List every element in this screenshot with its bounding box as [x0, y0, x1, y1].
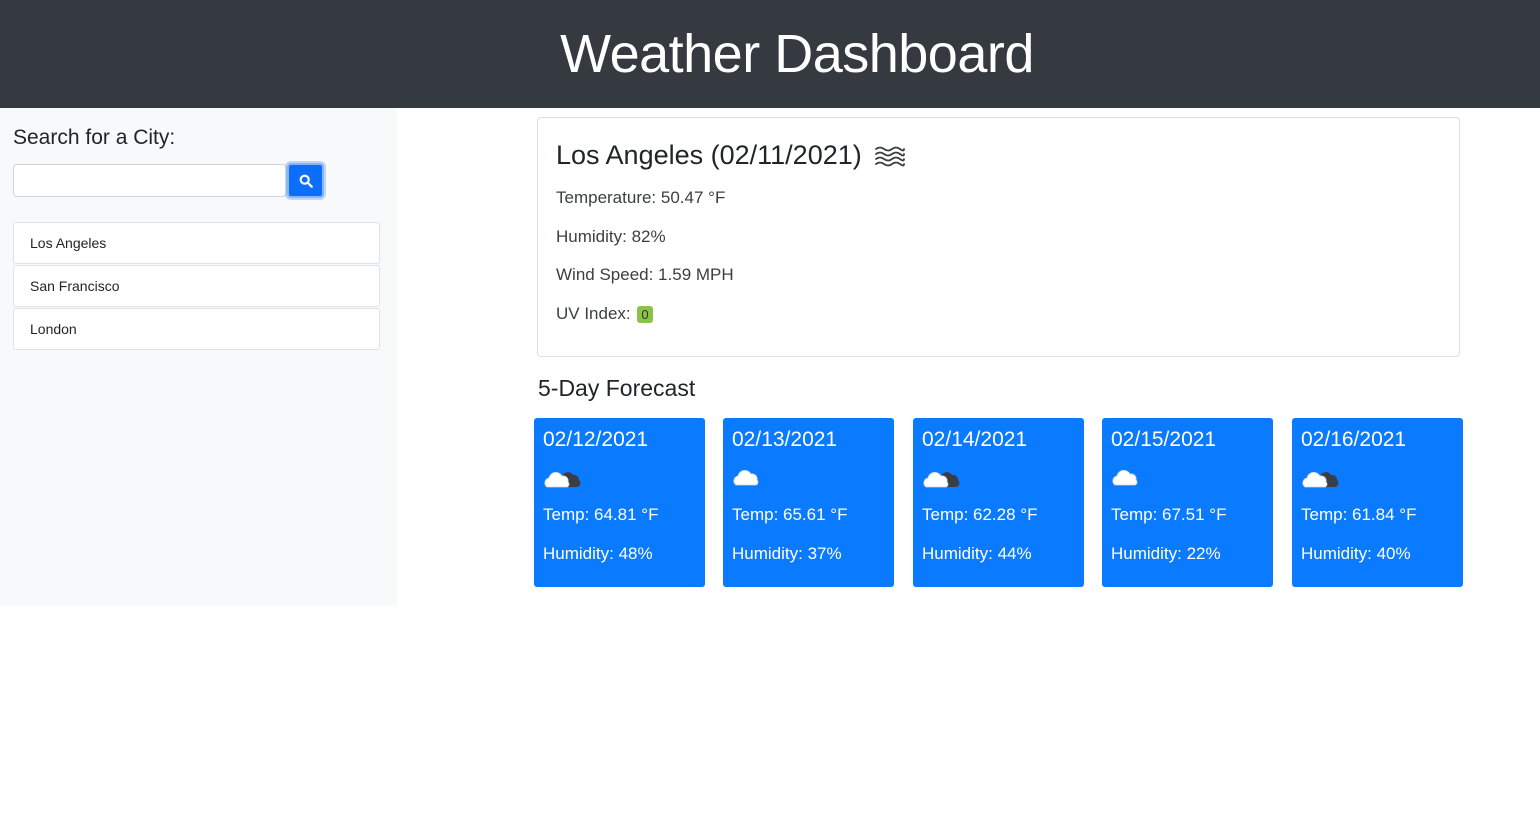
forecast-humidity: Humidity: 48% — [543, 544, 653, 563]
page-title: Weather Dashboard — [560, 24, 1034, 84]
uv-index-label: UV Index: — [556, 304, 631, 323]
cloud-icon — [1112, 470, 1138, 486]
current-wind-speed: Wind Speed: 1.59 MPH — [556, 265, 734, 284]
forecast-temp: Temp: 61.84 °F — [1301, 505, 1417, 524]
forecast-date: 02/16/2021 — [1301, 428, 1407, 451]
history-item-san-francisco[interactable]: San Francisco — [13, 265, 380, 307]
forecast-humidity: Humidity: 40% — [1301, 544, 1411, 563]
search-icon — [299, 174, 313, 188]
mist-icon — [874, 146, 905, 166]
current-weather-title: Los Angeles (02/11/2021) — [556, 140, 906, 171]
broken-clouds-icon — [1302, 472, 1339, 488]
forecast-temp: Temp: 64.81 °F — [543, 505, 659, 524]
forecast-card: 02/14/2021 Temp: 62.28 °F Humidity: 44% — [913, 418, 1084, 587]
history-item-london[interactable]: London — [13, 308, 380, 350]
city-date-heading: Los Angeles (02/11/2021) — [556, 140, 862, 170]
forecast-date: 02/15/2021 — [1111, 428, 1217, 451]
current-temperature: Temperature: 50.47 °F — [556, 188, 726, 207]
forecast-temp: Temp: 67.51 °F — [1111, 505, 1227, 524]
search-input[interactable] — [13, 164, 287, 197]
broken-clouds-icon — [923, 472, 960, 488]
search-history: Los Angeles San Francisco London — [13, 222, 380, 351]
forecast-date: 02/14/2021 — [922, 428, 1028, 451]
broken-clouds-icon — [544, 472, 581, 488]
forecast-temp: Temp: 65.61 °F — [732, 505, 848, 524]
forecast-card: 02/15/2021 Temp: 67.51 °F Humidity: 22% — [1102, 418, 1273, 587]
forecast-card: 02/16/2021 Temp: 61.84 °F Humidity: 40% — [1292, 418, 1463, 587]
sidebar: Search for a City: Los Angeles San Franc… — [0, 108, 397, 605]
forecast-humidity: Humidity: 37% — [732, 544, 842, 563]
forecast-date: 02/13/2021 — [732, 428, 838, 451]
app-header: Weather Dashboard — [0, 0, 1540, 108]
forecast-humidity: Humidity: 44% — [922, 544, 1032, 563]
forecast-heading: 5-Day Forecast — [538, 375, 696, 401]
history-item-los-angeles[interactable]: Los Angeles — [13, 222, 380, 264]
forecast-card: 02/12/2021 Temp: 64.81 °F Humidity: 48% — [534, 418, 705, 587]
search-button[interactable] — [287, 163, 324, 198]
search-label: Search for a City: — [13, 126, 176, 149]
current-weather-card: Los Angeles (02/11/2021) Temperature: 50… — [537, 117, 1460, 357]
forecast-card: 02/13/2021 Temp: 65.61 °F Humidity: 37% — [723, 418, 894, 587]
forecast-temp: Temp: 62.28 °F — [922, 505, 1038, 524]
forecast-date: 02/12/2021 — [543, 428, 649, 451]
forecast-humidity: Humidity: 22% — [1111, 544, 1221, 563]
cloud-icon — [733, 470, 759, 486]
uv-index-badge: 0 — [637, 306, 653, 324]
current-humidity: Humidity: 82% — [556, 227, 666, 246]
current-uv-index: UV Index: 0 — [556, 304, 653, 324]
